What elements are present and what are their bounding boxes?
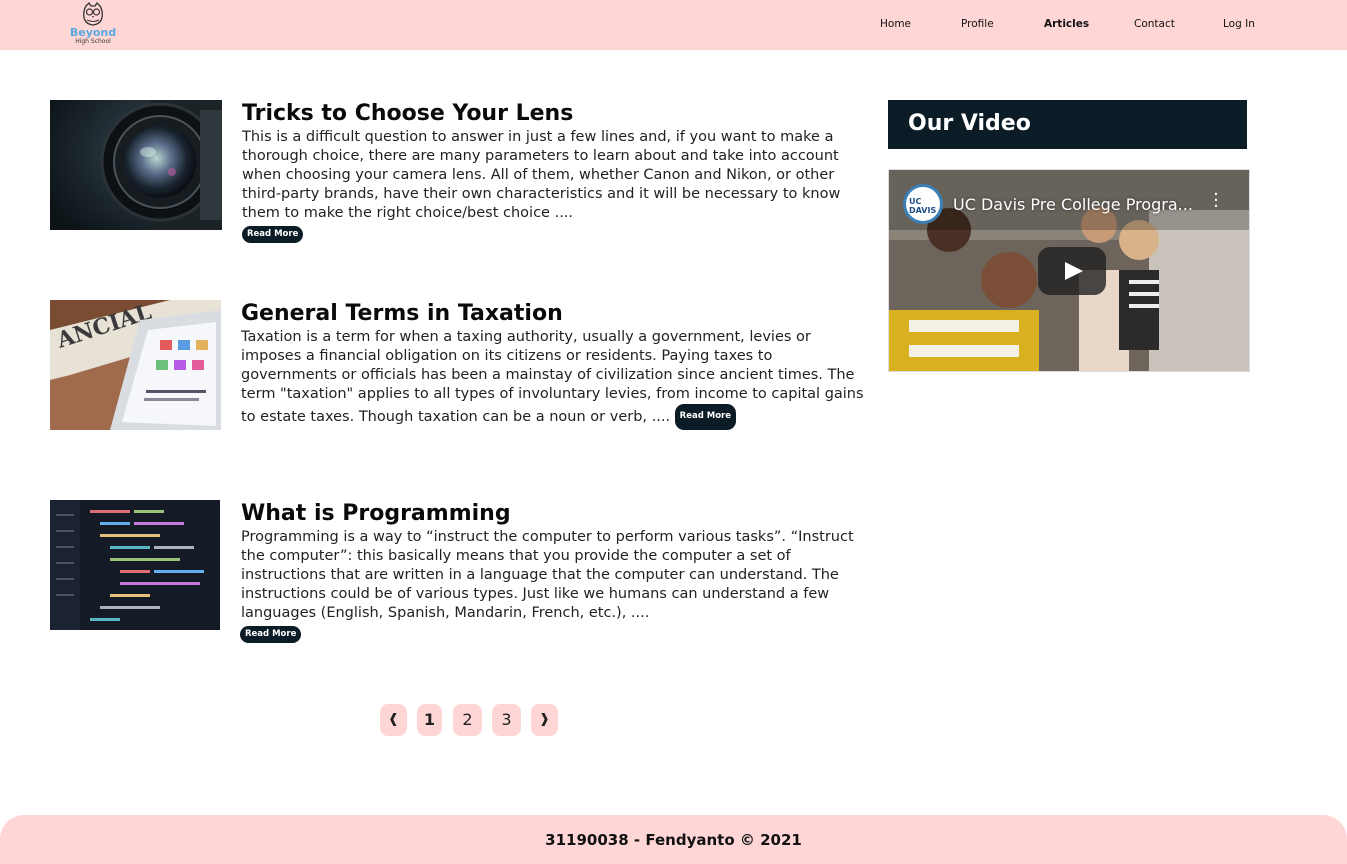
read-more-button[interactable]: Read More [674,404,737,430]
pagination-page-3[interactable]: 3 [492,704,521,736]
nav-home[interactable]: Home [880,18,911,30]
logo-brand-text: Beyond [69,26,117,39]
nav-articles[interactable]: Articles [1044,18,1089,30]
pagination-page-2[interactable]: 2 [453,704,482,736]
article-title[interactable]: Tricks to Choose Your Lens [242,101,573,126]
article-card: What is Programming Programming is a way… [50,500,870,650]
pagination-prev-button[interactable]: ❰ [380,704,407,736]
nav-profile[interactable]: Profile [961,18,994,30]
article-excerpt: Taxation is a term for when a taxing aut… [241,328,871,430]
channel-badge-text: UC DAVIS [909,197,937,215]
article-excerpt: Programming is a way to “instruct the co… [241,529,854,621]
nav-login[interactable]: Log In [1223,18,1255,30]
owl-icon [83,2,103,26]
footer-text: 31190038 - Fendyanto © 2021 [545,831,802,849]
site-footer: 31190038 - Fendyanto © 2021 [0,815,1347,864]
code-screen-photo[interactable] [50,500,220,630]
channel-avatar[interactable]: UC DAVIS [903,184,943,224]
play-icon[interactable] [1038,247,1106,295]
read-more-button[interactable]: Read More [240,626,302,643]
video-embed[interactable]: UC DAVIS UC Davis Pre College Progra... … [888,169,1250,372]
read-more-button[interactable]: Read More [242,226,304,243]
tablet-newspaper-photo[interactable]: ANCIAL [50,300,221,430]
camera-lens-photo[interactable] [50,100,222,230]
site-header: Beyond High School Home Profile Articles… [0,0,1347,50]
article-excerpt-text: Taxation is a term for when a taxing aut… [241,329,864,425]
article-title[interactable]: What is Programming [241,501,511,526]
more-options-icon[interactable]: · · · [1213,186,1219,216]
article-excerpt: This is a difficult question to answer i… [242,129,841,221]
nav-contact[interactable]: Contact [1134,18,1175,30]
video-title[interactable]: UC Davis Pre College Progra... [953,195,1193,214]
pagination-next-button[interactable]: ❱ [531,704,558,736]
sidebar-title: Our Video [888,100,1247,149]
article-card: ANCIAL General Terms in Taxation Taxatio… [50,300,870,450]
site-logo[interactable]: Beyond High School [66,2,120,48]
article-title[interactable]: General Terms in Taxation [241,301,563,326]
article-card: Tricks to Choose Your Lens This is a dif… [50,100,870,250]
logo-sub-text: High School [75,38,111,45]
pagination-page-1[interactable]: 1 [417,704,442,736]
